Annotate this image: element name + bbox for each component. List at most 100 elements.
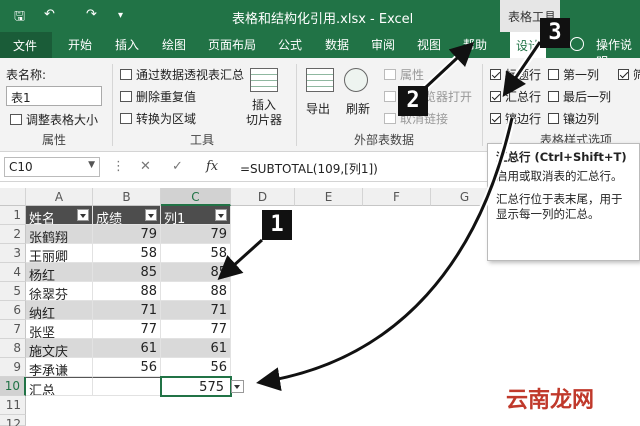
table-cell[interactable]: 56 xyxy=(161,358,231,377)
table-cell[interactable]: 李承谦 xyxy=(26,358,93,377)
table-cell[interactable]: 56 xyxy=(93,358,161,377)
save-icon[interactable]: 🖫 xyxy=(14,7,25,29)
tab-home[interactable]: 开始 xyxy=(68,36,92,53)
tab-review[interactable]: 审阅 xyxy=(371,36,395,53)
export-icon[interactable] xyxy=(306,68,334,92)
filter-dropdown-icon[interactable] xyxy=(145,209,157,221)
table-cell[interactable]: 王丽卿 xyxy=(26,244,93,263)
confirm-icon[interactable]: ✓ xyxy=(172,159,183,174)
banded-columns-checkbox[interactable]: 镶边列 xyxy=(548,110,599,127)
table-cell[interactable]: 88 xyxy=(161,282,231,301)
row-header[interactable]: 1 xyxy=(0,206,26,225)
row-header[interactable]: 4 xyxy=(0,263,26,282)
column-header[interactable]: C xyxy=(161,188,231,206)
tab-page-layout[interactable]: 页面布局 xyxy=(208,36,256,53)
insert-slicer-button[interactable]: 插入 切片器 xyxy=(246,98,282,128)
table-cell[interactable]: 61 xyxy=(161,339,231,358)
tab-file[interactable]: 文件 xyxy=(0,32,52,58)
export-button[interactable]: 导出 xyxy=(306,100,330,117)
ribbon: 表名称: 表1 调整表格大小 属性 通过数据透视表汇总 删除重复值 转换为区域 … xyxy=(0,58,640,152)
summarize-pivot-button[interactable]: 通过数据透视表汇总 xyxy=(120,66,244,83)
table-cell[interactable]: 88 xyxy=(93,282,161,301)
total-value-cell[interactable]: 575 xyxy=(161,377,231,396)
table-cell[interactable]: 施文庆 xyxy=(26,339,93,358)
row-header[interactable]: 5 xyxy=(0,282,26,301)
table-cell[interactable]: 张坚 xyxy=(26,320,93,339)
insert-function-icon[interactable]: fx xyxy=(206,159,218,174)
table-cell[interactable]: 张鹤翔 xyxy=(26,225,93,244)
tab-formulas[interactable]: 公式 xyxy=(278,36,302,53)
table-header-cell[interactable]: 列1 xyxy=(161,206,231,225)
table-header-cell[interactable]: 姓名 xyxy=(26,206,93,225)
table-cell[interactable]: 85 xyxy=(161,263,231,282)
table-cell[interactable]: 徐翠芬 xyxy=(26,282,93,301)
tab-help[interactable]: 帮助 xyxy=(463,36,487,53)
table-cell[interactable]: 79 xyxy=(161,225,231,244)
cancel-icon[interactable]: ✕ xyxy=(140,159,151,174)
browser-icon xyxy=(384,91,396,102)
table-cell[interactable]: 71 xyxy=(93,301,161,320)
checkbox-icon xyxy=(490,113,501,124)
tab-view[interactable]: 视图 xyxy=(417,36,441,53)
redo-icon[interactable]: ↷ xyxy=(86,7,97,22)
banded-rows-checkbox[interactable]: 镶边行 xyxy=(490,110,541,127)
column-header[interactable]: F xyxy=(363,188,431,206)
remove-duplicates-button[interactable]: 删除重复值 xyxy=(120,88,196,105)
column-header[interactable]: A xyxy=(26,188,93,206)
column-header[interactable]: E xyxy=(295,188,363,206)
refresh-button[interactable]: 刷新 xyxy=(346,100,370,117)
checkbox-icon xyxy=(490,91,501,102)
refresh-icon[interactable] xyxy=(344,68,368,92)
row-header[interactable]: 3 xyxy=(0,244,26,263)
formula-input[interactable]: =SUBTOTAL(109,[列1]) xyxy=(240,160,378,177)
select-all-corner[interactable] xyxy=(0,188,26,206)
slicer-icon[interactable] xyxy=(250,68,278,92)
tab-draw[interactable]: 绘图 xyxy=(162,36,186,53)
pivot-icon xyxy=(120,69,132,80)
tab-insert[interactable]: 插入 xyxy=(115,36,139,53)
customize-icon[interactable]: ▾ xyxy=(118,10,123,21)
table-cell[interactable]: 77 xyxy=(93,320,161,339)
resize-table-button[interactable]: 调整表格大小 xyxy=(10,111,98,128)
column-header[interactable]: B xyxy=(93,188,161,206)
row-header[interactable]: 10 xyxy=(0,377,26,396)
table-cell[interactable]: 58 xyxy=(161,244,231,263)
chevron-down-icon[interactable]: ▼ xyxy=(88,160,95,170)
table-cell[interactable]: 85 xyxy=(93,263,161,282)
table-cell[interactable]: 杨红 xyxy=(26,263,93,282)
column-header[interactable]: D xyxy=(231,188,295,206)
row-header[interactable]: 9 xyxy=(0,358,26,377)
table-cell[interactable]: 79 xyxy=(93,225,161,244)
table-header-cell[interactable]: 成绩 xyxy=(93,206,161,225)
name-box[interactable]: C10 ▼ xyxy=(4,157,100,177)
table-cell[interactable] xyxy=(93,377,161,396)
table-name-input[interactable]: 表1 xyxy=(6,86,102,106)
row-header[interactable]: 2 xyxy=(0,225,26,244)
row-header[interactable]: 8 xyxy=(0,339,26,358)
row-header[interactable]: 12 xyxy=(0,415,26,426)
first-column-checkbox[interactable]: 第一列 xyxy=(548,66,599,83)
row-header[interactable]: 11 xyxy=(0,396,26,415)
filter-button-checkbox[interactable]: 筛 xyxy=(618,66,640,83)
total-row-checkbox[interactable]: 汇总行 xyxy=(490,88,541,105)
checkbox-icon xyxy=(548,113,559,124)
properties-icon xyxy=(384,69,396,80)
last-column-checkbox[interactable]: 最后一列 xyxy=(548,88,611,105)
row-header[interactable]: 7 xyxy=(0,320,26,339)
convert-to-range-button[interactable]: 转换为区域 xyxy=(120,110,196,127)
convert-icon xyxy=(120,113,132,124)
header-row-checkbox[interactable]: 标题行 xyxy=(490,66,541,83)
total-function-dropdown-icon[interactable] xyxy=(231,380,244,393)
filter-dropdown-icon[interactable] xyxy=(215,209,227,221)
filter-dropdown-icon[interactable] xyxy=(77,209,89,221)
total-label-cell[interactable]: 汇总 xyxy=(26,377,93,396)
table-cell[interactable]: 71 xyxy=(161,301,231,320)
group-tools-label: 工具 xyxy=(190,133,215,147)
tab-data[interactable]: 数据 xyxy=(325,36,349,53)
table-cell[interactable]: 纳红 xyxy=(26,301,93,320)
table-cell[interactable]: 61 xyxy=(93,339,161,358)
table-cell[interactable]: 77 xyxy=(161,320,231,339)
table-cell[interactable]: 58 xyxy=(93,244,161,263)
row-header[interactable]: 6 xyxy=(0,301,26,320)
undo-icon[interactable]: ↶ xyxy=(44,7,55,22)
